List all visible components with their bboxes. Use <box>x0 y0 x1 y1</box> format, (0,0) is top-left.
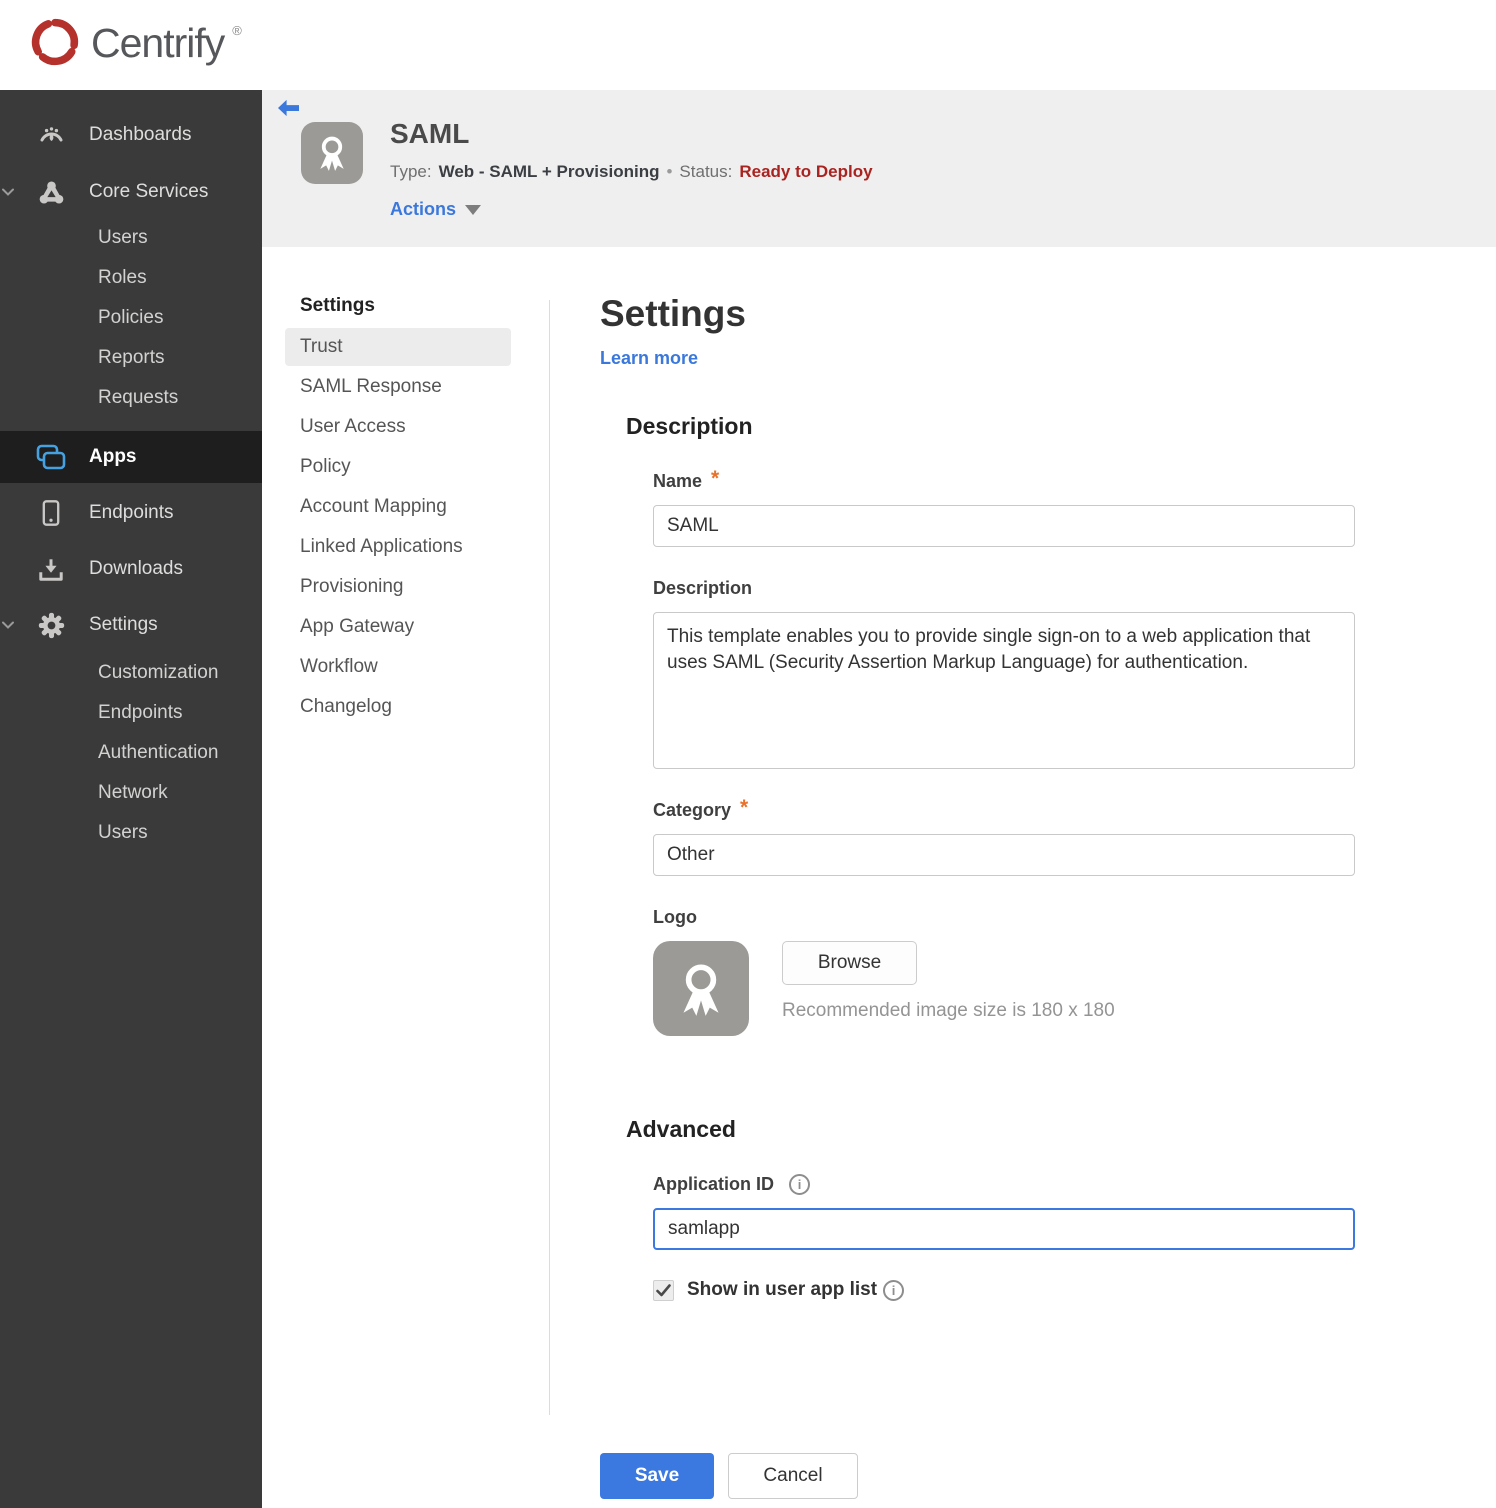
centrify-mark-icon <box>27 13 83 76</box>
sidebar-subitem-customization[interactable]: Customization <box>0 653 262 693</box>
nav-item-changelog[interactable]: Changelog <box>285 688 511 726</box>
centrify-logo: Centrify ® <box>27 13 242 76</box>
info-icon[interactable]: i <box>789 1174 810 1195</box>
sidebar-subitem-requests[interactable]: Requests <box>0 378 262 418</box>
arrow-left-icon <box>278 99 299 117</box>
description-section-heading: Description <box>626 413 753 439</box>
sidebar-subitem-users-settings[interactable]: Users <box>0 813 262 853</box>
sidebar-item-label: Downloads <box>89 558 183 579</box>
application-id-input[interactable] <box>653 1208 1355 1250</box>
category-input[interactable] <box>653 834 1355 876</box>
learn-more-link[interactable]: Learn more <box>600 348 698 369</box>
nav-item-app-gateway[interactable]: App Gateway <box>285 608 511 646</box>
award-icon <box>320 136 344 171</box>
required-asterisk: * <box>740 796 749 819</box>
name-label: Name <box>653 471 703 491</box>
logo-size-hint: Recommended image size is 180 x 180 <box>782 1000 1115 1021</box>
award-icon <box>683 964 719 1016</box>
chevron-down-icon[interactable] <box>2 188 14 196</box>
caret-down-icon <box>465 204 482 215</box>
downloads-icon <box>36 556 66 583</box>
nav-item-saml-response[interactable]: SAML Response <box>285 368 511 406</box>
sidebar-subitem-reports[interactable]: Reports <box>0 338 262 378</box>
status-label: Status: <box>679 162 733 181</box>
name-field: Name * <box>653 467 1370 547</box>
endpoints-icon <box>36 498 66 528</box>
sidebar-item-endpoints[interactable]: Endpoints <box>0 487 262 539</box>
type-label: Type: <box>390 162 432 181</box>
sidebar-subitem-network[interactable]: Network <box>0 773 262 813</box>
application-id-field: Application ID i <box>653 1174 1370 1250</box>
logo-preview <box>653 941 749 1036</box>
required-asterisk: * <box>711 467 720 490</box>
sidebar-item-apps[interactable]: Apps <box>0 431 262 483</box>
description-field: Description This template enables you to… <box>653 578 1370 769</box>
application-id-label: Application ID <box>653 1174 774 1194</box>
sidebar-item-settings[interactable]: Settings <box>0 599 262 651</box>
sidebar-subitem-policies[interactable]: Policies <box>0 298 262 338</box>
brand-trademark: ® <box>232 23 242 38</box>
app-title: SAML <box>390 118 470 149</box>
sidebar-subitem-authentication[interactable]: Authentication <box>0 733 262 773</box>
logo-label: Logo <box>653 907 697 927</box>
description-label: Description <box>653 578 753 598</box>
name-input[interactable] <box>653 505 1355 547</box>
checkbox-label: Show in user app list <box>687 1279 878 1300</box>
nav-item-workflow[interactable]: Workflow <box>285 648 511 686</box>
form-actions: Save Cancel <box>600 1453 1370 1499</box>
status-value: Ready to Deploy <box>739 162 873 181</box>
cancel-button[interactable]: Cancel <box>728 1453 858 1499</box>
save-button[interactable]: Save <box>600 1453 714 1499</box>
back-button[interactable] <box>276 98 301 119</box>
top-bar: Centrify ® <box>0 0 1496 90</box>
nav-item-user-access[interactable]: User Access <box>285 408 511 446</box>
advanced-section-heading: Advanced <box>626 1116 736 1142</box>
actions-label: Actions <box>390 199 457 219</box>
sidebar-item-label: Dashboards <box>89 124 192 145</box>
type-value: Web - SAML + Provisioning <box>438 162 660 181</box>
nav-item-provisioning[interactable]: Provisioning <box>285 568 511 606</box>
gauge-icon <box>36 123 66 147</box>
sidebar-item-downloads[interactable]: Downloads <box>0 543 262 595</box>
sidebar-item-label: Apps <box>89 446 137 467</box>
nav-item-account-mapping[interactable]: Account Mapping <box>285 488 511 526</box>
nav-item-trust[interactable]: Trust <box>285 328 511 366</box>
app-settings-nav: Settings Trust SAML Response User Access… <box>285 295 511 728</box>
separator-dot: • <box>666 162 673 181</box>
gear-icon <box>36 612 66 639</box>
category-field: Category * <box>653 796 1370 876</box>
sidebar-item-label: Settings <box>89 614 158 635</box>
sidebar-item-label: Endpoints <box>89 502 174 523</box>
info-icon[interactable]: i <box>883 1279 905 1301</box>
check-icon <box>656 1283 671 1296</box>
apps-icon <box>36 444 66 470</box>
description-textarea[interactable]: This template enables you to provide sin… <box>653 612 1355 769</box>
sidebar-item-dashboards[interactable]: Dashboards <box>0 109 262 161</box>
vertical-divider <box>549 300 550 1415</box>
brand-name: Centrify <box>91 20 225 66</box>
nav-item-linked-applications[interactable]: Linked Applications <box>285 528 511 566</box>
sidebar-item-core-services[interactable]: Core Services <box>0 166 262 218</box>
sidebar-subitem-users[interactable]: Users <box>0 218 262 258</box>
core-services-icon <box>36 180 66 205</box>
page-title: Settings <box>600 293 746 334</box>
sidebar-item-label: Core Services <box>89 181 209 202</box>
show-in-app-list-row: Show in user app list i <box>653 1279 1370 1301</box>
app-logo <box>301 122 363 184</box>
category-label: Category <box>653 800 732 820</box>
sidebar: Dashboards Core Services Users Roles Pol… <box>0 90 262 1508</box>
app-header: SAML Type: Web - SAML + Provisioning • S… <box>262 90 1496 247</box>
actions-button[interactable]: Actions <box>390 199 482 220</box>
sidebar-subitem-endpoints[interactable]: Endpoints <box>0 693 262 733</box>
show-in-user-app-list-checkbox[interactable] <box>653 1279 674 1301</box>
browse-button[interactable]: Browse <box>782 941 917 985</box>
nav-item-policy[interactable]: Policy <box>285 448 511 486</box>
nav-header: Settings <box>300 295 375 316</box>
app-meta: Type: Web - SAML + Provisioning • Status… <box>390 162 873 182</box>
sidebar-subitem-roles[interactable]: Roles <box>0 258 262 298</box>
logo-field: Logo Browse Recommended image size is 18… <box>653 907 1370 1036</box>
settings-form: Settings Learn more Description Name * D… <box>600 293 1370 1499</box>
chevron-down-icon[interactable] <box>2 621 14 629</box>
